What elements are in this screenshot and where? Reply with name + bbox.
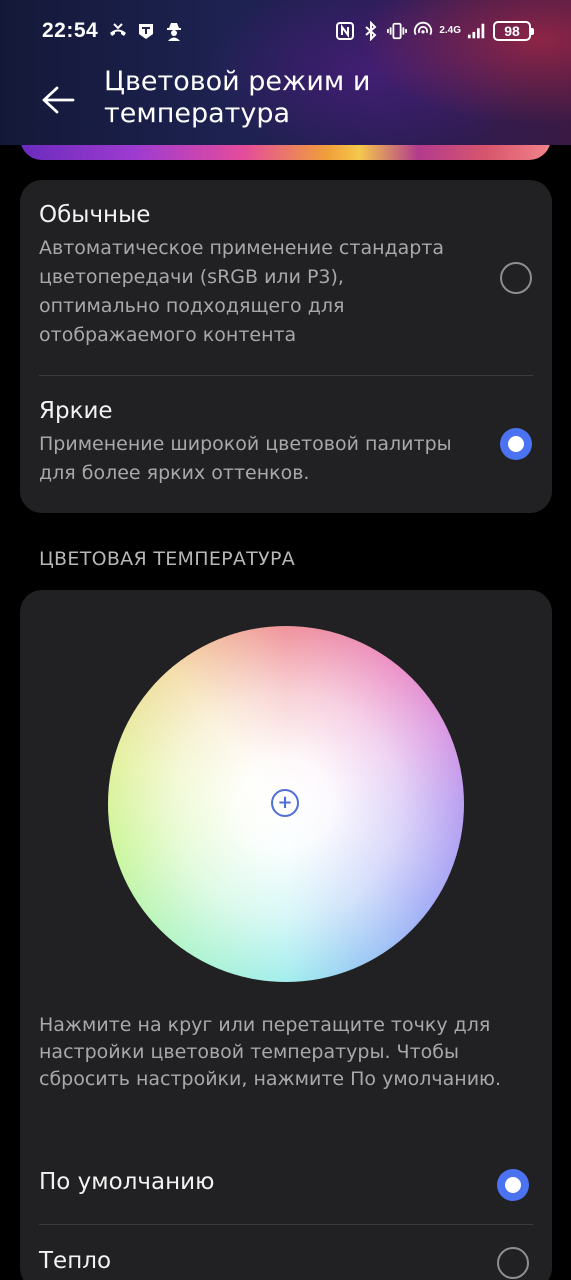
wheel-marker-handle[interactable]: + [271, 789, 299, 817]
option-title: Обычные [39, 202, 151, 228]
missed-call-icon [108, 21, 128, 41]
divider [39, 1224, 533, 1225]
bluetooth-icon [361, 21, 381, 41]
title-bar: Цветовой режим и температура [0, 64, 571, 144]
vibrate-icon [387, 21, 408, 41]
option-description: Применение широкой цветовой палитры для … [39, 433, 452, 484]
spy-icon [164, 21, 184, 41]
divider [39, 375, 533, 376]
network-type-label: 2.4G [439, 25, 461, 36]
color-mode-card: Обычные Автоматическое применение станда… [20, 180, 552, 513]
radio-warm[interactable] [497, 1247, 529, 1279]
signal-icon [467, 21, 487, 41]
temperature-hint: Нажмите на круг или перетащите точку для… [39, 1014, 502, 1090]
radio-vivid[interactable] [500, 428, 532, 460]
hotspot-icon [413, 21, 433, 41]
option-normal[interactable]: Обычные Автоматическое применение станда… [39, 200, 533, 350]
option-label: Тепло [39, 1248, 112, 1274]
option-vivid[interactable]: Яркие Применение широкой цветовой палитр… [39, 396, 533, 488]
section-header-color-temperature: ЦВЕТОВАЯ ТЕМПЕРАТУРА [39, 548, 296, 570]
radio-normal[interactable] [500, 262, 532, 294]
color-wheel[interactable]: + [108, 626, 464, 982]
radio-default[interactable] [497, 1169, 529, 1201]
status-time: 22:54 [42, 19, 99, 42]
color-temperature-card: + Нажмите на круг или перетащите точку д… [20, 590, 552, 1280]
back-arrow-icon [42, 86, 75, 114]
option-label: По умолчанию [39, 1169, 215, 1195]
app-notification-icon [136, 21, 156, 41]
nfc-icon [335, 21, 355, 41]
back-button[interactable] [36, 78, 80, 122]
page-title: Цветовой режим и температура [104, 66, 371, 129]
battery-indicator: 98 [493, 21, 534, 41]
option-description: Автоматическое применение стандарта цвет… [39, 237, 445, 346]
option-default[interactable]: По умолчанию [39, 1155, 533, 1215]
status-bar: 22:54 2.4G 98 [0, 0, 571, 62]
option-warm[interactable]: Тепло [39, 1234, 533, 1280]
crosshair-icon: + [277, 792, 293, 813]
screen: 22:54 2.4G 98 Цветовой режим и температу… [0, 0, 571, 1280]
option-title: Яркие [39, 398, 113, 424]
header: 22:54 2.4G 98 Цветовой режим и температу… [0, 0, 571, 145]
